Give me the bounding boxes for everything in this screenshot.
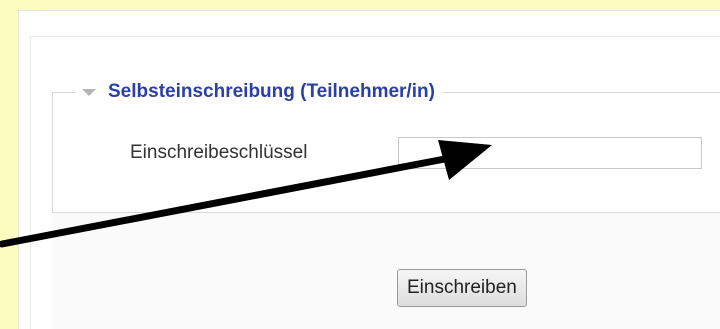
arrow-annotation-icon	[0, 140, 492, 248]
